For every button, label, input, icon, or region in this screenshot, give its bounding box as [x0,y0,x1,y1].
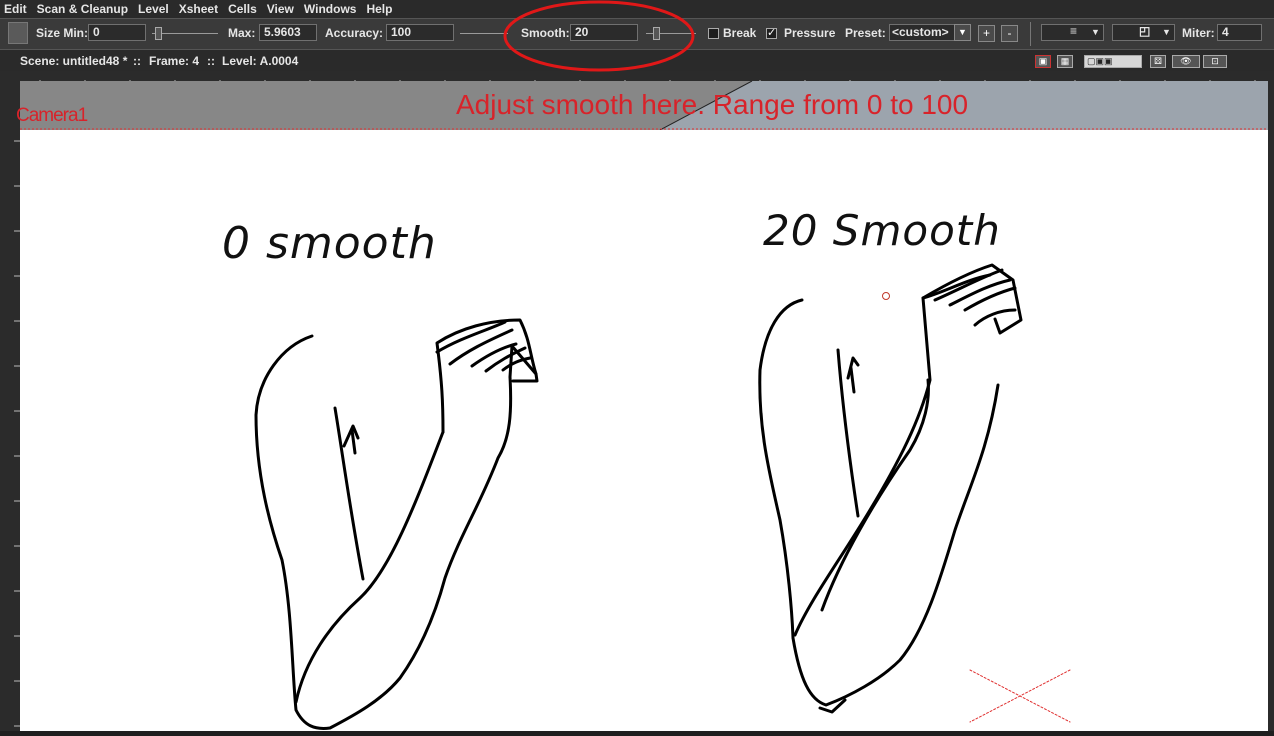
highlight-overlay [503,0,695,72]
smooth-highlight-ellipse [503,0,695,72]
